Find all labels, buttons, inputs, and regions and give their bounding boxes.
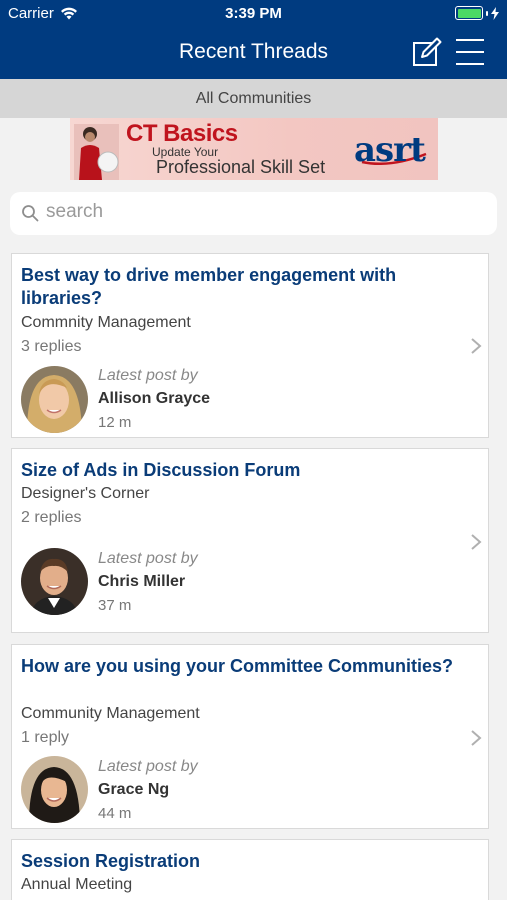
ad-headline: CT Basics [126,120,238,147]
thread-title[interactable]: How are you using your Committee Communi… [21,655,461,678]
search-bar[interactable]: search [10,192,497,235]
compose-button[interactable] [412,37,442,67]
thread-card[interactable]: Best way to drive member engagement with… [11,253,489,438]
thread-card[interactable]: Size of Ads in Discussion Forum Designer… [11,448,489,633]
chevron-right-icon [471,730,482,746]
thread-community: Commnity Management [21,314,191,331]
search-icon [22,205,39,222]
community-filter[interactable]: All Communities [0,79,507,118]
thread-replies: 1 reply [21,729,70,746]
compose-icon [413,37,442,66]
search-input[interactable]: search [46,201,103,223]
menu-icon [456,39,484,41]
charging-icon [491,6,499,20]
thread-community: Designer's Corner [21,485,150,502]
battery-icon [455,6,499,20]
latest-post-time: 44 m [98,805,132,822]
status-bar: Carrier 3:39 PM [0,0,507,28]
thread-community: Community Management [21,705,200,722]
menu-button[interactable] [456,39,484,65]
ad-line-2: Professional Skill Set [156,157,326,177]
latest-post-label: Latest post by [98,550,198,567]
thread-replies: 2 replies [21,509,82,526]
ad-photo [74,124,119,180]
chevron-right-icon [471,338,482,354]
avatar [21,548,88,615]
thread-community: Annual Meeting [21,876,133,893]
ad-logo: asrt [354,130,426,170]
avatar [21,756,88,823]
nav-bar: Recent Threads [0,28,507,79]
thread-card[interactable]: How are you using your Committee Communi… [11,644,489,829]
status-time: 3:39 PM [225,5,282,22]
latest-post-time: 12 m [98,414,132,431]
latest-post-author: Chris Miller [98,573,186,590]
latest-post-label: Latest post by [98,758,198,775]
chevron-right-icon [471,534,482,550]
latest-post-author: Allison Grayce [98,390,211,407]
latest-post-author: Grace Ng [98,781,170,798]
thread-replies: 3 replies [21,338,82,355]
thread-title[interactable]: Best way to drive member engagement with… [21,264,461,310]
thread-title[interactable]: Size of Ads in Discussion Forum [21,459,461,482]
latest-post-time: 37 m [98,597,132,614]
avatar [21,366,88,433]
thread-title[interactable]: Session Registration [21,850,461,873]
thread-card[interactable]: Session Registration Annual Meeting [11,839,489,900]
latest-post-label: Latest post by [98,367,198,384]
ad-banner[interactable]: CT Basics Update Your Professional Skill… [70,118,438,180]
